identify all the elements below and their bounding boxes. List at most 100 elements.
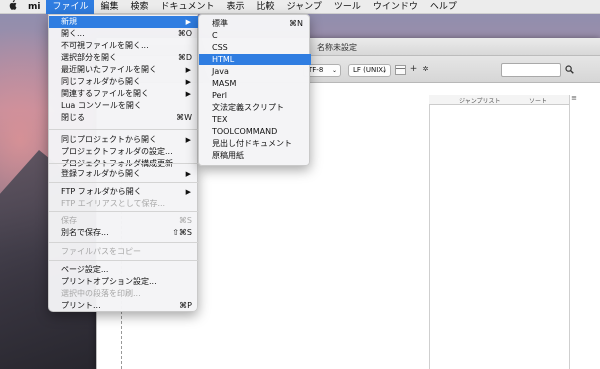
new-item-java[interactable]: Java — [199, 66, 311, 77]
new-item-css[interactable]: CSS — [199, 42, 311, 53]
file-menu-item-open-same-folder[interactable]: 同じフォルダから開く ▶ — [49, 76, 199, 88]
submenu-arrow-icon: ▶ — [185, 78, 191, 86]
menu-item-label: 最近開いたファイルを開く — [61, 65, 157, 74]
menu-separator — [49, 182, 199, 183]
apple-icon — [9, 0, 17, 10]
menu-item-label: MASM — [212, 79, 237, 88]
file-menu-item-open-same-project[interactable]: 同じプロジェクトから開く ▶ — [49, 134, 199, 146]
menu-separator — [49, 211, 199, 212]
menu-item-label: 見出し付ドキュメント — [212, 139, 292, 148]
menu-jump[interactable]: ジャンプ — [281, 0, 328, 14]
chevron-down-icon: ⌄ — [381, 67, 387, 74]
apple-menu-icon[interactable] — [0, 0, 22, 14]
menu-item-label: 文法定義スクリプト — [212, 103, 284, 112]
split-view-button[interactable] — [395, 65, 406, 75]
file-menu-item-save-as[interactable]: 別名で保存... ⇧⌘S — [49, 227, 199, 239]
menu-item-label: Java — [212, 67, 229, 76]
menu-view[interactable]: 表示 — [221, 0, 251, 14]
sort-column-header[interactable]: ソート — [529, 96, 547, 105]
menu-window[interactable]: ウインドウ — [367, 0, 424, 14]
menu-bar: mi ファイル 編集 検索 ドキュメント 表示 比較 ジャンプ ツール ウインド… — [0, 0, 600, 14]
submenu-arrow-icon: ▶ — [185, 18, 191, 26]
submenu-arrow-icon: ▶ — [185, 188, 191, 196]
menu-item-label: HTML — [212, 55, 235, 64]
menu-item-label: 同じプロジェクトから開く — [61, 135, 157, 144]
panel-menu-icon[interactable]: ≡ — [569, 94, 579, 104]
new-item-html[interactable]: HTML — [199, 54, 311, 65]
menu-item-label: FTP エイリアスとして保存... — [61, 199, 166, 208]
file-menu-item-open-selection[interactable]: 選択部分を開く ⌘D — [49, 52, 199, 64]
menu-item-label: プロジェクトフォルダの設定... — [61, 147, 173, 156]
menu-item-label: C — [212, 31, 218, 40]
line-ending-select[interactable]: LF (UNIX) ⌄ — [348, 64, 391, 77]
menu-item-label: 不可視ファイルを開く... — [61, 41, 149, 50]
file-menu-item-open-registered-folder[interactable]: 登録フォルダから開く ▶ — [49, 168, 199, 180]
file-menu-item-close[interactable]: 閉じる ⌘W — [49, 112, 199, 124]
menu-edit[interactable]: 編集 — [94, 0, 124, 14]
menu-item-label: 保存 — [61, 216, 77, 225]
menu-item-shortcut: ⌘D — [177, 53, 192, 62]
submenu-arrow-icon: ▶ — [185, 90, 191, 98]
menu-separator — [49, 163, 199, 164]
file-menu-item-lua-console[interactable]: Lua コンソールを開く — [49, 100, 199, 112]
file-menu-item-open-ftp-folder[interactable]: FTP フォルダから開く ▶ — [49, 186, 199, 198]
file-menu-item-open-invisible[interactable]: 不可視ファイルを開く... — [49, 40, 199, 52]
menu-item-shortcut: ⌘S — [178, 216, 192, 225]
magnifier-icon — [564, 65, 574, 74]
file-menu: 新規 ▶ 開く... ⌘O 不可視ファイルを開く... 選択部分を開く ⌘D 最… — [48, 14, 199, 312]
menu-item-label: 選択中の段落を印刷... — [61, 289, 141, 298]
menu-item-label: Perl — [212, 91, 227, 100]
menu-tools[interactable]: ツール — [328, 0, 367, 14]
side-panel-right-divider — [569, 95, 570, 369]
chevron-down-icon: ⌄ — [331, 67, 337, 74]
search-button[interactable] — [563, 63, 575, 77]
search-input[interactable] — [501, 63, 561, 77]
menu-item-label: 同じフォルダから開く — [61, 77, 141, 86]
menu-item-label: 選択部分を開く — [61, 53, 117, 62]
new-item-tex[interactable]: TEX — [199, 114, 311, 125]
menu-item-label: 標準 — [212, 19, 228, 28]
new-submenu: 標準 ⌘N C CSS HTML Java MASM Perl 文法定義スクリプ… — [198, 14, 311, 166]
menu-item-shortcut: ⌘O — [177, 29, 192, 38]
menu-item-label: Lua コンソールを開く — [61, 101, 142, 110]
new-item-grammar-script[interactable]: 文法定義スクリプト — [199, 102, 311, 113]
menu-separator — [49, 260, 199, 261]
menu-item-label: 新規 — [61, 17, 77, 26]
file-menu-item-project-folder-settings[interactable]: プロジェクトフォルダの設定... — [49, 146, 199, 158]
side-panel-divider[interactable] — [429, 95, 430, 369]
menu-app-mi[interactable]: mi — [22, 0, 46, 14]
new-item-standard[interactable]: 標準 ⌘N — [199, 18, 311, 29]
new-item-c[interactable]: C — [199, 30, 311, 41]
menu-item-label: ページ設定... — [61, 265, 109, 274]
file-menu-item-print-options[interactable]: プリントオプション設定... — [49, 276, 199, 288]
menu-search[interactable]: 検索 — [125, 0, 155, 14]
new-item-manuscript-paper[interactable]: 原稿用紙 — [199, 150, 311, 161]
menu-item-label: TOOLCOMMAND — [212, 127, 278, 136]
file-menu-item-open[interactable]: 開く... ⌘O — [49, 28, 199, 40]
gear-icon[interactable]: ✲ — [419, 64, 432, 77]
menu-item-label: 閉じる — [61, 113, 85, 122]
jumplist-column-header[interactable]: ジャンプリスト — [459, 96, 501, 105]
menu-item-shortcut: ⌘N — [289, 19, 303, 28]
menu-item-label: ファイルパスをコピー — [61, 247, 141, 256]
menu-separator — [49, 242, 199, 243]
new-item-headed-document[interactable]: 見出し付ドキュメント — [199, 138, 311, 149]
menu-document[interactable]: ドキュメント — [155, 0, 221, 14]
new-item-toolcommand[interactable]: TOOLCOMMAND — [199, 126, 311, 137]
file-menu-item-open-related[interactable]: 関連するファイルを開く ▶ — [49, 88, 199, 100]
new-item-perl[interactable]: Perl — [199, 90, 311, 101]
file-menu-item-print[interactable]: プリント... ⌘P — [49, 300, 199, 312]
new-item-masm[interactable]: MASM — [199, 78, 311, 89]
menu-compare[interactable]: 比較 — [251, 0, 281, 14]
menu-item-label: CSS — [212, 43, 228, 52]
menu-file[interactable]: ファイル — [46, 0, 95, 14]
menu-item-label: TEX — [212, 115, 228, 124]
menu-item-label: プリントオプション設定... — [61, 277, 157, 286]
file-menu-item-open-recent[interactable]: 最近開いたファイルを開く ▶ — [49, 64, 199, 76]
file-menu-item-new[interactable]: 新規 ▶ — [49, 16, 199, 28]
split-view-icon — [396, 66, 405, 69]
menu-item-label: 別名で保存... — [61, 228, 109, 237]
file-menu-item-copy-file-path: ファイルパスをコピー — [49, 246, 199, 258]
file-menu-item-page-setup[interactable]: ページ設定... — [49, 264, 199, 276]
menu-help[interactable]: ヘルプ — [424, 0, 463, 14]
